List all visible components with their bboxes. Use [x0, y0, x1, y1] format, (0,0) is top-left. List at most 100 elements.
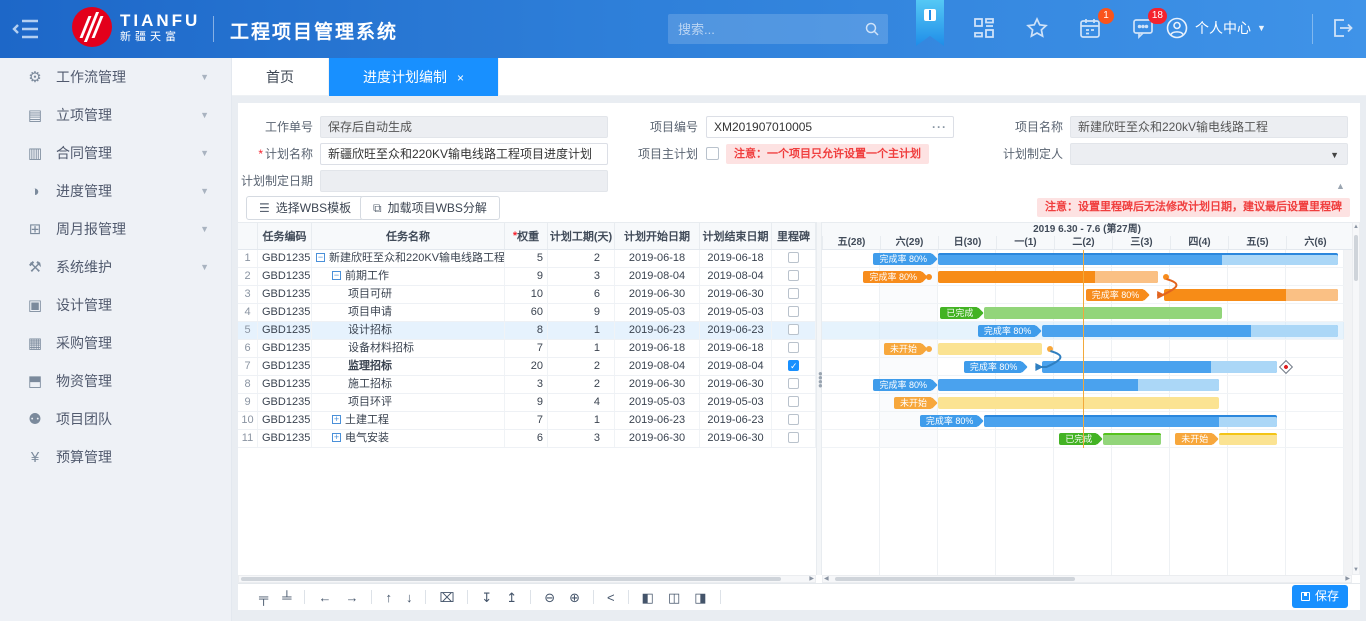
tab-progress-plan[interactable]: 进度计划编制×	[329, 58, 499, 96]
save-button[interactable]: 保存	[1292, 585, 1348, 608]
sidebar-item-5[interactable]: ⊞周月报管理▼	[0, 210, 231, 248]
bookmark-ribbon-icon[interactable]	[916, 0, 944, 46]
gantt-horizontal-scrollbar[interactable]: ◀ ▶	[822, 575, 1352, 583]
table-row[interactable]: 10GBD1235+土建工程712019-06-232019-06-23	[238, 412, 816, 430]
sidebar-item-1[interactable]: ⚙工作流管理▼	[0, 58, 231, 96]
apps-grid-icon[interactable]	[972, 16, 998, 42]
link-tasks-icon[interactable]: <	[607, 591, 615, 604]
tree-collapse-icon[interactable]: −	[316, 253, 325, 262]
table-row[interactable]: 4GBD1235项目申请6092019-05-032019-05-03	[238, 304, 816, 322]
master-plan-checkbox[interactable]	[706, 147, 719, 160]
select-wbs-template-button[interactable]: ☰选择WBS模板	[246, 196, 364, 220]
gantt-bar[interactable]	[938, 343, 1042, 355]
project-code-field[interactable]: XM201907010005 ···	[706, 116, 954, 138]
gantt-bar[interactable]	[938, 397, 1219, 409]
gantt-bar[interactable]	[1042, 325, 1338, 337]
sidebar-item-6[interactable]: ⚒系统维护▼	[0, 248, 231, 286]
scroll-down-icon[interactable]: ▼	[1353, 567, 1359, 573]
table-horizontal-scrollbar[interactable]: ▶	[238, 575, 816, 583]
milestone-checkbox[interactable]	[788, 342, 799, 353]
gantt-bar[interactable]	[1042, 361, 1277, 373]
collapse-all-icon[interactable]: ↥	[506, 591, 517, 604]
scroll-right-icon[interactable]: ▶	[1345, 575, 1350, 583]
gantt-bar[interactable]	[938, 379, 1219, 391]
milestone-checkbox[interactable]	[788, 306, 799, 317]
indent-icon[interactable]: →	[345, 591, 358, 604]
add-task-below-icon[interactable]: ╧	[282, 591, 291, 604]
plan-name-field[interactable]: 新疆欣旺至众和220KV输电线路工程项目进度计划	[320, 143, 608, 165]
sidebar-item-10[interactable]: ⚉项目团队	[0, 400, 231, 438]
sidebar-item-7[interactable]: ▣设计管理	[0, 286, 231, 324]
vertical-scroll-thumb[interactable]	[1354, 235, 1358, 281]
tree-expand-icon[interactable]: +	[332, 433, 341, 442]
sidebar-item-9[interactable]: ⬒物资管理	[0, 362, 231, 400]
zoom-out-icon[interactable]: ⊖	[544, 591, 555, 604]
milestone-checkbox[interactable]	[788, 252, 799, 263]
add-task-above-icon[interactable]: ╤	[259, 591, 268, 604]
gantt-bar[interactable]	[1164, 289, 1338, 301]
layout-split-icon[interactable]: ◫	[668, 591, 680, 604]
logout-icon[interactable]	[1330, 16, 1356, 42]
milestone-checkbox[interactable]	[788, 288, 799, 299]
milestone-checkbox[interactable]	[788, 414, 799, 425]
global-search-box[interactable]	[668, 14, 888, 44]
table-row[interactable]: 7GBD1235监理招标2022019-08-042019-08-04	[238, 358, 816, 376]
table-row[interactable]: 11GBD1235+电气安装632019-06-302019-06-30	[238, 430, 816, 448]
sidebar-item-2[interactable]: ▤立项管理▼	[0, 96, 231, 134]
move-up-icon[interactable]: ↑	[385, 591, 392, 604]
gantt-bar[interactable]	[984, 415, 1277, 427]
move-down-icon[interactable]: ↓	[406, 591, 413, 604]
scroll-left-icon[interactable]: ◀	[824, 575, 829, 583]
sidebar-item-8[interactable]: ▦采购管理	[0, 324, 231, 362]
tree-expand-icon[interactable]: +	[332, 415, 341, 424]
user-menu[interactable]: 个人中心 ▼	[1165, 16, 1266, 40]
tree-collapse-icon[interactable]: −	[332, 271, 341, 280]
gantt-bar[interactable]	[984, 307, 1222, 319]
layout-right-icon[interactable]: ◨	[694, 591, 706, 604]
table-row[interactable]: 8GBD1235施工招标322019-06-302019-06-30	[238, 376, 816, 394]
more-options-icon[interactable]: ···	[932, 117, 947, 137]
tab-home[interactable]: 首页	[232, 58, 329, 96]
delete-task-icon[interactable]: ⌧	[439, 591, 454, 604]
milestone-checkbox[interactable]	[788, 396, 799, 407]
horizontal-scroll-thumb[interactable]	[835, 577, 1075, 581]
table-row[interactable]: 1GBD1235−新建欣旺至众和220KV输电线路工程522019-06-182…	[238, 250, 816, 268]
gantt-bar[interactable]	[938, 271, 1158, 283]
gantt-bar[interactable]	[938, 253, 1338, 265]
search-input[interactable]	[678, 22, 864, 37]
milestone-checkbox[interactable]	[788, 360, 799, 371]
load-project-wbs-button[interactable]: ⧉加载项目WBS分解	[360, 196, 500, 220]
horizontal-scroll-thumb[interactable]	[241, 577, 781, 581]
close-tab-icon[interactable]: ×	[457, 71, 464, 85]
select-caret-icon[interactable]: ▼	[1330, 144, 1339, 165]
messages-chat-icon[interactable]: 18	[1131, 16, 1157, 42]
milestone-checkbox[interactable]	[788, 324, 799, 335]
table-row[interactable]: 2GBD1235−前期工作932019-08-042019-08-04	[238, 268, 816, 286]
scroll-up-icon[interactable]: ▲	[1353, 224, 1359, 230]
search-icon[interactable]	[864, 21, 880, 37]
outdent-icon[interactable]: ←	[318, 591, 331, 604]
sidebar-item-4[interactable]: ◑进度管理▼	[0, 172, 231, 210]
milestone-cell	[772, 394, 816, 411]
milestone-checkbox[interactable]	[788, 378, 799, 389]
schedule-calendar-icon[interactable]: 1	[1078, 16, 1104, 42]
table-row[interactable]: 5GBD1235设计招标812019-06-232019-06-23	[238, 322, 816, 340]
gantt-vertical-scrollbar[interactable]: ▲ ▼	[1352, 222, 1360, 575]
milestone-checkbox[interactable]	[788, 270, 799, 281]
sidebar-item-11[interactable]: ¥预算管理	[0, 438, 231, 476]
sidebar-item-3[interactable]: ▥合同管理▼	[0, 134, 231, 172]
expand-all-icon[interactable]: ↧	[481, 591, 492, 604]
table-row[interactable]: 6GBD1235设备材料招标712019-06-182019-06-18	[238, 340, 816, 358]
favorites-star-icon[interactable]	[1025, 16, 1051, 42]
table-row[interactable]: 3GBD1235项目可研1062019-06-302019-06-30	[238, 286, 816, 304]
plan-author-select[interactable]: ▼	[1070, 143, 1348, 165]
sidebar-collapse-icon[interactable]	[12, 17, 42, 41]
gantt-bar[interactable]	[1103, 433, 1161, 445]
layout-left-icon[interactable]: ◧	[642, 591, 654, 604]
gantt-bar[interactable]	[1219, 433, 1277, 445]
table-row[interactable]: 9GBD1235项目环评942019-05-032019-05-03	[238, 394, 816, 412]
collapse-form-icon[interactable]: ▲	[1336, 181, 1345, 191]
milestone-checkbox[interactable]	[788, 432, 799, 443]
scroll-right-icon[interactable]: ▶	[809, 575, 814, 583]
zoom-in-icon[interactable]: ⊕	[569, 591, 580, 604]
